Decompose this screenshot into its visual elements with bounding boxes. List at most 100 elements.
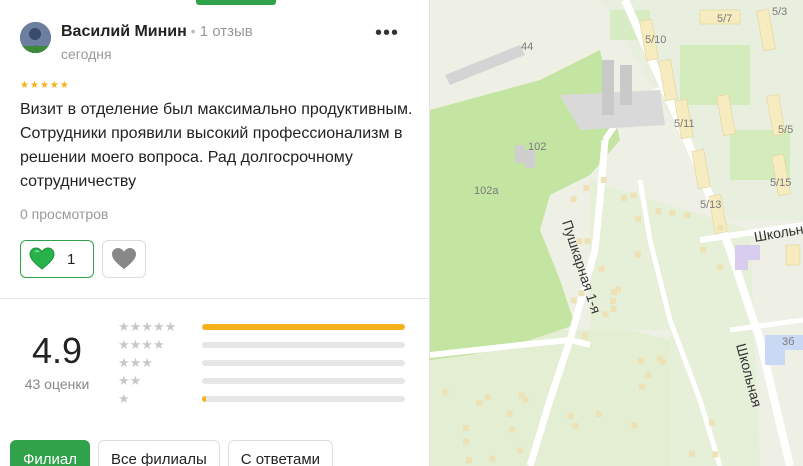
house-shape bbox=[583, 185, 590, 192]
star-icon: ★ bbox=[20, 80, 29, 91]
rating-row-stars: ★★★ bbox=[118, 355, 153, 370]
house-shape bbox=[655, 208, 662, 215]
review-text: Визит в отделение был максимально продук… bbox=[20, 101, 413, 190]
house-shape bbox=[712, 451, 719, 458]
building-label: 102 bbox=[528, 141, 546, 153]
author-name[interactable]: Василий Минин bbox=[61, 23, 187, 40]
rating-row-3: ★★★ bbox=[118, 356, 408, 372]
house-shape bbox=[684, 212, 691, 219]
house-shape bbox=[595, 410, 602, 417]
rating-score: 4.9 bbox=[31, 330, 83, 371]
star-icon: ★ bbox=[39, 80, 49, 91]
house-shape bbox=[645, 372, 652, 379]
house-shape bbox=[582, 332, 589, 339]
house-shape bbox=[638, 383, 645, 390]
house-shape bbox=[517, 447, 524, 454]
section-divider bbox=[0, 298, 429, 299]
house-shape bbox=[699, 246, 706, 253]
review-filter-tabs: Филиал Все филиалы С ответами bbox=[10, 440, 334, 466]
house-shape bbox=[631, 422, 638, 429]
building-label: 5/11 bbox=[674, 118, 695, 130]
rating-count: 43 оценки bbox=[24, 376, 90, 392]
star-icon: ★ bbox=[59, 80, 69, 91]
house-shape bbox=[570, 196, 577, 203]
like-button[interactable]: 1 bbox=[20, 240, 94, 278]
house-shape bbox=[518, 392, 525, 399]
dislike-button[interactable] bbox=[102, 240, 146, 278]
house-shape bbox=[717, 264, 723, 271]
green-heart-icon bbox=[29, 247, 55, 270]
map-canvas[interactable]: 5/3 5/7 5/10 44 5/11 5/5 102 102a 5/15 5… bbox=[430, 0, 803, 466]
building-label: 5/13 bbox=[700, 199, 721, 211]
rating-bar-track bbox=[202, 396, 405, 402]
map-view[interactable]: 5/3 5/7 5/10 44 5/11 5/5 102 102a 5/15 5… bbox=[430, 0, 803, 466]
more-dots-icon[interactable]: ••• bbox=[372, 23, 402, 46]
house-shape bbox=[610, 306, 617, 312]
tab-all-branches[interactable]: Все филиалы bbox=[98, 440, 220, 466]
author-line: Василий Минин • 1 отзыв bbox=[61, 23, 253, 41]
house-shape bbox=[598, 265, 605, 272]
review-date: сегодня bbox=[61, 46, 112, 62]
house-shape bbox=[621, 195, 627, 201]
house-shape bbox=[630, 192, 637, 199]
rating-row-stars: ★★ bbox=[118, 373, 142, 388]
building-label: 5/7 bbox=[717, 13, 732, 25]
rating-bar-track bbox=[202, 342, 405, 348]
grey-heart-icon bbox=[112, 248, 136, 269]
like-count: 1 bbox=[67, 250, 76, 268]
rating-row-5: ★★★★★ bbox=[118, 320, 408, 336]
house-shape bbox=[656, 355, 663, 362]
rating-bar-track bbox=[202, 324, 405, 330]
review-panel: Василий Минин • 1 отзыв сегодня ••• ★ ★ ★ … bbox=[0, 0, 430, 466]
star-icon: ★ bbox=[29, 80, 39, 91]
house-shape bbox=[462, 424, 469, 431]
house-shape bbox=[614, 286, 621, 293]
rating-bar-fill bbox=[202, 396, 207, 402]
house-shape bbox=[463, 438, 470, 445]
house-shape bbox=[600, 177, 607, 183]
house-shape bbox=[688, 450, 695, 457]
building-label: 102a bbox=[474, 185, 499, 197]
building-label: 5/10 bbox=[645, 34, 666, 46]
rating-row-4: ★★★★ bbox=[118, 338, 408, 354]
author-review-count[interactable]: 1 отзыв bbox=[200, 23, 253, 40]
rating-bar-track bbox=[202, 360, 405, 366]
house-shape bbox=[509, 426, 516, 433]
star-icon: ★ bbox=[49, 80, 59, 91]
building-label: 5/15 bbox=[770, 177, 791, 189]
house-shape bbox=[609, 297, 616, 304]
rating-row-stars: ★★★★ bbox=[118, 337, 165, 352]
house-shape bbox=[637, 357, 644, 364]
views-count: 0 просмотров bbox=[20, 206, 109, 222]
house-shape bbox=[570, 297, 577, 304]
rating-row-stars: ★★★★★ bbox=[118, 319, 177, 334]
rating-row-1: ★ bbox=[118, 392, 408, 408]
rating-bar-track bbox=[202, 378, 405, 384]
house-shape bbox=[489, 455, 496, 462]
house-shape bbox=[634, 215, 641, 222]
house-shape bbox=[708, 419, 715, 426]
avatar-image bbox=[20, 22, 51, 53]
building-label: 5/3 bbox=[772, 6, 787, 18]
building-label: 5/5 bbox=[778, 124, 793, 136]
review-stars: ★ ★ ★ ★ ★ bbox=[20, 81, 69, 91]
house-shape bbox=[506, 410, 513, 417]
tab-with-replies[interactable]: С ответами bbox=[227, 440, 334, 466]
rating-distribution: ★★★★★ ★★★★ ★★★ ★★ ★ bbox=[118, 320, 408, 410]
building-label: 44 bbox=[521, 41, 533, 53]
house-shape bbox=[484, 394, 491, 401]
house-shape bbox=[584, 238, 591, 245]
house-shape bbox=[634, 251, 641, 258]
house-shape bbox=[465, 457, 472, 464]
tab-branch[interactable]: Филиал bbox=[10, 440, 91, 466]
separator-dot: • bbox=[190, 23, 196, 39]
avatar[interactable] bbox=[20, 22, 51, 53]
building-label: 3б bbox=[782, 336, 794, 348]
house-shape bbox=[567, 413, 574, 420]
house-shape bbox=[572, 423, 579, 429]
rating-row-2: ★★ bbox=[118, 374, 408, 390]
house-shape bbox=[442, 389, 449, 396]
house-shape bbox=[476, 400, 483, 406]
rating-row-stars: ★ bbox=[118, 391, 130, 406]
scroll-indicator bbox=[196, 0, 276, 5]
